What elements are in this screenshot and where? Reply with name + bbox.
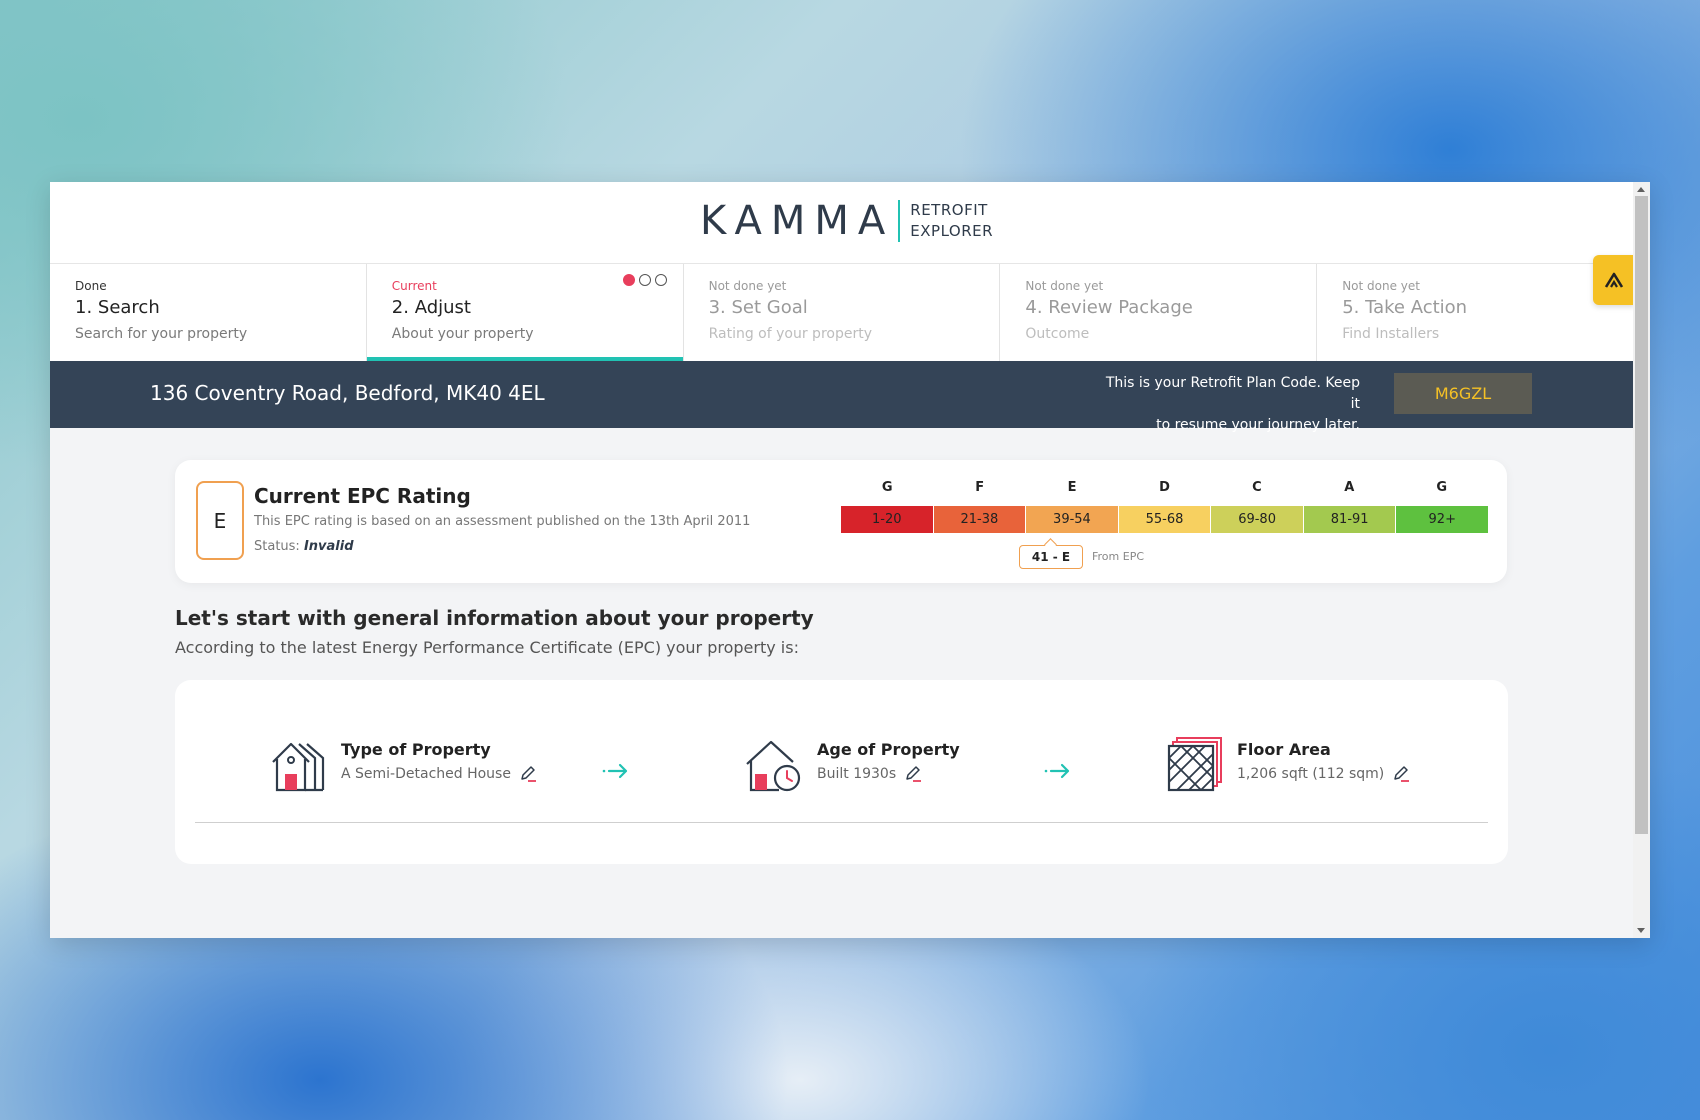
scale-letter: F [975, 480, 985, 495]
step-title: 2. Adjust [391, 297, 471, 318]
epc-scale-bars: 1-20 21-38 39-54 55-68 69-80 81-91 92+ [841, 506, 1489, 533]
epc-status-value: Invalid [303, 539, 354, 554]
property-age-value-row: Built 1930s [817, 765, 960, 783]
scroll-down-icon[interactable] [1637, 928, 1645, 933]
property-type-item: Type of Property A Semi-Detached House [269, 736, 537, 792]
step-title: 5. Take Action [1342, 297, 1468, 318]
property-address: 136 Coventry Road, Bedford, MK40 4EL [150, 381, 545, 405]
scale-band: 21-38 [933, 506, 1026, 533]
scroll-up-icon[interactable] [1637, 187, 1645, 192]
property-type-value-row: A Semi-Detached House [341, 765, 537, 783]
progress-dot [638, 274, 651, 286]
floor-area-value-row: 1,206 sqft (112 sqm) [1237, 765, 1410, 783]
epc-letter-badge: E [196, 481, 244, 560]
floor-area-text: Floor Area 1,206 sqft (112 sqm) [1237, 736, 1410, 783]
logo-subtitle: RETROFIT EXPLORER [910, 200, 993, 242]
step-status: Not done yet [1342, 279, 1420, 293]
app-content: KAMMA RETROFIT EXPLORER Done 1. Search S… [50, 182, 1635, 938]
section-subheading: According to the latest Energy Performan… [175, 638, 799, 657]
scale-band: 81-91 [1303, 506, 1396, 533]
step-status: Not done yet [708, 279, 787, 293]
step-set-goal[interactable]: Not done yet 3. Set Goal Rating of your … [684, 264, 1001, 361]
step-title: 4. Review Package [1025, 297, 1193, 318]
logo-sub-line1: RETROFIT [910, 201, 988, 219]
step-title: 3. Set Goal [708, 297, 808, 318]
scale-letter: D [1159, 480, 1170, 495]
header: KAMMA RETROFIT EXPLORER [50, 182, 1633, 263]
plan-code-hint-line1: This is your Retrofit Plan Code. Keep it [1105, 375, 1360, 412]
floor-area-value: 1,206 sqft (112 sqm) [1237, 766, 1385, 782]
address-bar: 136 Coventry Road, Bedford, MK40 4EL Thi… [50, 361, 1633, 433]
property-type-label: Type of Property [341, 740, 491, 759]
property-age-value: Built 1930s [817, 766, 897, 782]
epc-marker-note: From EPC [1092, 550, 1145, 563]
epc-scale-letters: G F E D C A G [841, 480, 1488, 495]
semi-detached-house-icon [272, 742, 325, 792]
property-type-value: A Semi-Detached House [341, 766, 511, 782]
scale-band: 69-80 [1211, 506, 1303, 533]
step-title: 1. Search [75, 297, 160, 318]
logo-sub-line2: EXPLORER [910, 222, 994, 240]
kamma-logo[interactable]: KAMMA RETROFIT EXPLORER [700, 198, 993, 244]
scale-letter: G [881, 480, 893, 495]
step-subtitle: Outcome [1025, 326, 1090, 342]
epc-rating-card: E Current EPC Rating This EPC rating is … [175, 460, 1507, 583]
step-review-package[interactable]: Not done yet 4. Review Package Outcome [1000, 264, 1318, 361]
step-subtitle: About your property [391, 326, 534, 342]
progress-dot-active [622, 274, 635, 286]
scale-letter: E [1067, 480, 1077, 495]
section-heading: Let's start with general information abo… [175, 606, 814, 630]
property-details-card: Type of Property A Semi-Detached House A… [175, 680, 1508, 864]
epc-status: Status: Invalid [254, 539, 354, 554]
floor-area-item: Floor Area 1,206 sqft (112 sqm) [1165, 736, 1410, 792]
floor-area-label: Floor Area [1237, 740, 1331, 759]
browser-window: KAMMA RETROFIT EXPLORER Done 1. Search S… [50, 182, 1650, 938]
kamma-mark-icon [1604, 272, 1624, 288]
scale-band: 92+ [1396, 506, 1489, 533]
property-age-label: Age of Property [817, 740, 960, 759]
step-subtitle: Find Installers [1342, 326, 1440, 342]
plan-code-button[interactable]: M6GZL [1394, 373, 1532, 414]
epc-description: This EPC rating is based on an assessmen… [254, 514, 751, 529]
scrollbar-thumb[interactable] [1635, 196, 1648, 834]
house-clock-icon [746, 740, 801, 792]
arrow-right-icon [1044, 763, 1070, 779]
logo-wordmark: KAMMA [700, 198, 895, 244]
progress-dot [654, 274, 667, 286]
plan-code-hint-line2: to resume your journey later. [1156, 417, 1360, 433]
kamma-assistant-button[interactable] [1593, 255, 1635, 305]
scale-letter: A [1344, 480, 1355, 495]
step-search[interactable]: Done 1. Search Search for your property [50, 264, 367, 361]
edit-pencil-icon[interactable] [904, 765, 922, 783]
epc-status-label: Status: [254, 539, 300, 554]
scale-band: 1-20 [841, 506, 933, 533]
step-subtitle: Search for your property [75, 326, 248, 342]
property-age-text: Age of Property Built 1930s [817, 736, 960, 783]
epc-score-marker: 41 - E [1019, 545, 1083, 569]
property-age-item: Age of Property Built 1930s [745, 736, 960, 792]
plan-code-hint: This is your Retrofit Plan Code. Keep it… [1100, 373, 1360, 436]
step-adjust[interactable]: Current 2. Adjust About your property [366, 264, 684, 361]
scale-band: 39-54 [1026, 506, 1118, 533]
logo-divider [898, 200, 901, 242]
progress-dots [622, 274, 667, 286]
edit-pencil-icon[interactable] [1392, 765, 1410, 783]
step-status: Done [75, 279, 107, 293]
epc-scale: G F E D C A G 1-20 21-38 39-54 55-68 69-… [841, 480, 1489, 533]
step-take-action[interactable]: Not done yet 5. Take Action Find Install… [1317, 264, 1633, 361]
step-status: Not done yet [1025, 279, 1104, 293]
step-tabs: Done 1. Search Search for your property … [50, 263, 1633, 361]
vertical-scrollbar[interactable] [1633, 182, 1650, 938]
property-type-text: Type of Property A Semi-Detached House [341, 736, 537, 783]
card-divider [195, 822, 1488, 823]
arrow-right-icon [602, 763, 628, 779]
epc-title: Current EPC Rating [254, 484, 471, 508]
edit-pencil-icon[interactable] [519, 765, 537, 783]
scale-letter: C [1252, 480, 1262, 495]
scale-letter: G [1436, 480, 1448, 495]
scale-band: 55-68 [1118, 506, 1211, 533]
step-subtitle: Rating of your property [708, 326, 872, 342]
floor-tiles-icon [1167, 737, 1222, 792]
